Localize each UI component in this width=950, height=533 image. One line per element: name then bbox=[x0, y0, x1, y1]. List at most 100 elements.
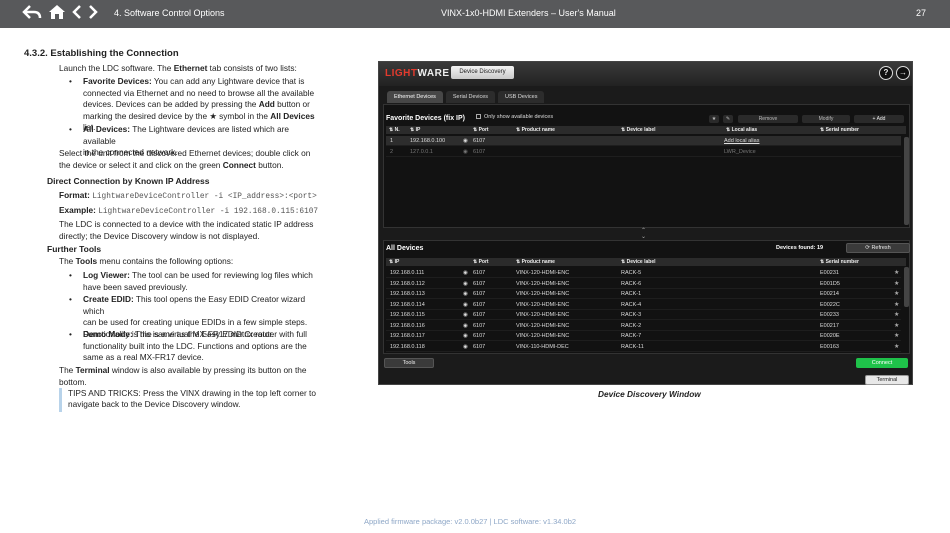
favorite-star-icon[interactable]: ★ bbox=[894, 342, 899, 352]
remove-button[interactable]: Remove bbox=[738, 115, 798, 123]
nav-icons bbox=[22, 4, 98, 24]
star-icon[interactable]: ★ bbox=[709, 115, 719, 123]
cell-serial: E0020E bbox=[820, 333, 840, 339]
tips-line: TIPS AND TRICKS: Press the VINX drawing … bbox=[68, 388, 316, 398]
tab-ethernet[interactable]: Ethernet Devices bbox=[387, 91, 443, 103]
further-tools-heading: Further Tools bbox=[47, 244, 102, 254]
next-icon[interactable] bbox=[88, 4, 98, 25]
favorite-star-icon[interactable]: ★ bbox=[894, 310, 899, 320]
col-serial-number[interactable]: ⇅ Serial number bbox=[820, 258, 859, 266]
intro-text: Launch the LDC software. The Ethernet ta… bbox=[59, 63, 297, 73]
cell-port: 6107 bbox=[473, 138, 486, 144]
table-row[interactable]: 1 192.168.0.100 ◉ 6107 Add local alias bbox=[386, 136, 901, 146]
favorite-star-icon[interactable]: ★ bbox=[894, 321, 899, 331]
tips-box: TIPS AND TRICKS: Press the VINX drawing … bbox=[59, 388, 317, 412]
cell-product: VINX-110-HDMI-DEC bbox=[516, 343, 569, 350]
devices-found-count: Devices found: 19 bbox=[776, 245, 824, 251]
favorites-title: Favorite Devices (fix IP) bbox=[386, 115, 465, 122]
col-product-name[interactable]: ⇅ Product name bbox=[516, 126, 555, 134]
col-port[interactable]: ⇅ Port bbox=[473, 258, 489, 266]
tab-serial[interactable]: Serial Devices bbox=[445, 91, 496, 103]
tab-strip: Ethernet Devices Serial Devices USB Devi… bbox=[387, 91, 545, 103]
cell-serial: E00217 bbox=[820, 322, 839, 329]
favorite-star-icon[interactable]: ★ bbox=[894, 331, 899, 341]
help-icon[interactable]: ? bbox=[879, 66, 893, 80]
cell-serial: E0022C bbox=[820, 301, 840, 308]
app-toolbar: LIGHTWARE Device Discovery ? → bbox=[379, 62, 912, 86]
connect-button[interactable]: Connect bbox=[856, 358, 908, 368]
document-title: VINX-1x0-HDMI Extenders – User's Manual bbox=[441, 8, 616, 18]
bullet: • bbox=[69, 270, 72, 280]
table-row[interactable]: 192.168.0.111 6107 VINX-120-HDMI-ENC RACK-5… bbox=[386, 268, 901, 278]
cell-label: RACK-11 bbox=[621, 343, 644, 350]
modify-button[interactable]: Modify bbox=[802, 115, 850, 123]
exit-icon[interactable]: → bbox=[896, 66, 910, 80]
table-row[interactable]: 2 127.0.0.1 ◉ 6107 LWR_Device bbox=[386, 147, 901, 157]
table-row[interactable]: 192.168.0.115 6107 VINX-120-HDMI-ENC RACK-3… bbox=[386, 310, 901, 320]
cell-port: 6107 bbox=[473, 301, 486, 308]
bullet: • bbox=[69, 124, 72, 134]
col-ip[interactable]: ⇅ IP bbox=[389, 258, 399, 266]
edit-icon[interactable]: ✎ bbox=[723, 115, 733, 123]
tab-usb[interactable]: USB Devices bbox=[498, 91, 545, 103]
cell-ip: 192.168.0.118 bbox=[390, 343, 425, 350]
log-viewer-description: Log Viewer: The tool can be used for rev… bbox=[83, 270, 313, 292]
favorites-table-header: ⇅ N. ⇅ IP ⇅ Port ⇅ Product name ⇅ Device… bbox=[386, 126, 906, 134]
eye-icon: ◉ bbox=[463, 149, 468, 155]
example-line: Example: LightwareDeviceController -i 19… bbox=[59, 205, 319, 216]
cell-serial: E00233 bbox=[820, 312, 839, 318]
checkbox-icon[interactable] bbox=[476, 114, 481, 120]
back-icon[interactable] bbox=[22, 4, 42, 25]
tools-button[interactable]: Tools bbox=[384, 358, 434, 368]
cell-ip: 192.168.0.114 bbox=[390, 301, 425, 308]
cell-ip: 192.168.0.116 bbox=[390, 322, 425, 329]
prev-icon[interactable] bbox=[72, 4, 82, 25]
splitter-handle[interactable]: ⌃ ⌄ bbox=[641, 228, 646, 240]
bullet: • bbox=[69, 329, 72, 339]
tips-line: navigate back to the Device Discovery wi… bbox=[68, 399, 241, 409]
tools-intro: The Tools menu contains the following op… bbox=[59, 256, 234, 266]
cell-port: 6107 bbox=[473, 312, 486, 318]
col-port[interactable]: ⇅ Port bbox=[473, 126, 489, 134]
all-devices-panel: All Devices Devices found: 19 ⟳ Refresh … bbox=[383, 240, 910, 354]
lightware-logo[interactable]: LIGHTWARE bbox=[385, 68, 450, 79]
col-serial-number[interactable]: ⇅ Serial number bbox=[820, 126, 859, 134]
add-button[interactable]: + Add bbox=[854, 115, 904, 123]
terminal-button[interactable]: Terminal bbox=[865, 375, 909, 385]
table-row[interactable]: 192.168.0.114 6107 VINX-120-HDMI-ENC RACK-4… bbox=[386, 300, 901, 310]
all-devices-scrollbar[interactable] bbox=[904, 267, 909, 307]
cell-product: VINX-120-HDMI-ENC bbox=[516, 280, 570, 287]
col-device-label[interactable]: ⇅ Device label bbox=[621, 258, 656, 266]
col-ip[interactable]: ⇅ IP bbox=[410, 126, 420, 134]
favorite-star-icon[interactable]: ★ bbox=[894, 279, 899, 289]
only-show-available-checkbox[interactable]: Only show available devices bbox=[476, 114, 553, 120]
home-icon[interactable] bbox=[48, 4, 66, 25]
eye-icon: ◉ bbox=[463, 343, 468, 350]
section-title[interactable]: 4. Software Control Options bbox=[114, 8, 225, 18]
refresh-button[interactable]: ⟳ Refresh bbox=[846, 243, 910, 253]
favorite-star-icon[interactable]: ★ bbox=[894, 289, 899, 299]
device-discovery-button[interactable]: Device Discovery bbox=[451, 66, 514, 79]
favorite-star-icon[interactable]: ★ bbox=[894, 268, 899, 278]
table-row[interactable]: 192.168.0.118 6107 VINX-110-HDMI-DEC RACK-1… bbox=[386, 342, 901, 352]
col-n[interactable]: ⇅ N. bbox=[389, 126, 400, 134]
col-device-label[interactable]: ⇅ Device label bbox=[621, 126, 656, 134]
header-bar: 4. Software Control Options VINX-1x0-HDM… bbox=[0, 0, 950, 28]
demo-mode-description: Demo Mode: This is a virtual MX-FR17 mat… bbox=[83, 329, 307, 363]
eye-icon: ◉ bbox=[463, 322, 468, 329]
table-row[interactable]: 192.168.0.112 6107 VINX-120-HDMI-ENC RACK-6… bbox=[386, 279, 901, 289]
col-local-alias[interactable]: ⇅ Local alias bbox=[726, 126, 757, 134]
table-row[interactable]: 192.168.0.116 6107 VINX-120-HDMI-ENC RACK-2… bbox=[386, 321, 901, 331]
bullet: • bbox=[69, 76, 72, 86]
col-product-name[interactable]: ⇅ Product name bbox=[516, 258, 555, 266]
all-devices-title: All Devices bbox=[386, 245, 424, 252]
cell-serial: E00163 bbox=[820, 343, 839, 350]
table-row[interactable]: 192.168.0.113 6107 VINX-120-HDMI-ENC RACK-1… bbox=[386, 289, 901, 299]
table-row[interactable]: 192.168.0.117 6107 VINX-120-HDMI-ENC RACK-7… bbox=[386, 331, 901, 341]
favorite-star-icon[interactable]: ★ bbox=[894, 300, 899, 310]
add-local-alias-link[interactable]: Add local alias bbox=[724, 136, 759, 146]
favorites-scrollbar[interactable] bbox=[904, 137, 909, 225]
cell-serial: E001D5 bbox=[820, 280, 840, 287]
direct-connection-heading: Direct Connection by Known IP Address bbox=[47, 176, 210, 186]
favorites-panel: Favorite Devices (fix IP) Only show avai… bbox=[383, 104, 910, 228]
